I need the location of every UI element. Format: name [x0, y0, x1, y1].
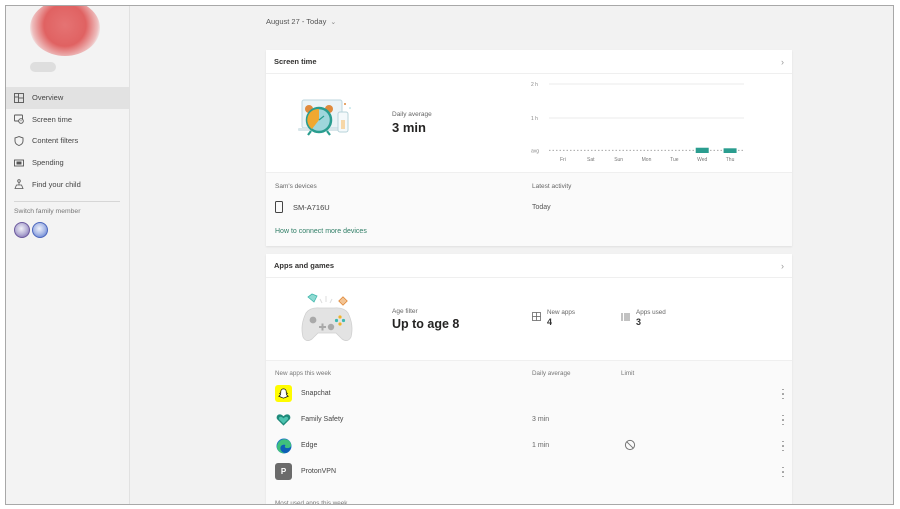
y-tick-label: avg — [531, 148, 539, 154]
app-row-snapchat[interactable]: Snapchat — [266, 381, 792, 407]
switch-family-member-label: Switch family member — [14, 208, 81, 215]
wallet-icon — [14, 158, 24, 168]
device-activity: Today — [532, 204, 551, 211]
app-name: ProtonVPN — [301, 468, 337, 475]
app-daily-average: 3 min — [532, 416, 550, 423]
screen-time-icon — [14, 114, 24, 125]
edge-icon — [275, 437, 292, 454]
device-row[interactable]: SM-A716U — [275, 201, 330, 213]
column-header-limit: Limit — [621, 370, 635, 377]
chevron-right-icon[interactable]: › — [781, 261, 784, 271]
age-filter-metric: Age filter Up to age 8 — [392, 308, 459, 331]
metric-value: 3 min — [392, 120, 426, 135]
sidebar-item-screen-time[interactable]: Screen time — [6, 109, 129, 131]
snapchat-icon — [275, 385, 292, 402]
chevron-right-icon[interactable]: › — [781, 57, 784, 67]
sidebar-item-label: Find your child — [32, 179, 81, 189]
app-name: Edge — [301, 442, 318, 449]
chart-bar — [723, 148, 737, 153]
y-tick-label: 2 h — [531, 82, 538, 88]
app-name: Family Safety — [301, 416, 344, 423]
devices-header: Sam's devices — [275, 183, 317, 190]
sidebar-divider — [14, 201, 120, 202]
profile-name-redacted — [30, 62, 56, 72]
x-tick-label: Mon — [642, 157, 652, 163]
app-daily-average: 1 min — [532, 442, 550, 449]
more-options-icon[interactable] — [780, 465, 786, 479]
sidebar-item-content-filters[interactable]: Content filters — [6, 130, 129, 152]
screen-time-card: Screen time › Daily average 3 min 2 h 1 … — [266, 50, 792, 246]
family-member-avatar[interactable] — [32, 222, 48, 238]
latest-activity-header: Latest activity — [532, 183, 572, 190]
apps-games-header[interactable]: Apps and games › — [266, 254, 792, 278]
new-apps-icon — [532, 312, 542, 322]
family-safety-icon — [275, 411, 292, 428]
sidebar-item-label: Spending — [32, 158, 64, 168]
new-apps-stat: New apps 4 — [532, 309, 575, 327]
new-apps-value: 4 — [547, 317, 553, 327]
x-tick-label: Thu — [726, 157, 735, 163]
x-tick-label: Sun — [614, 157, 623, 163]
sidebar-item-overview[interactable]: Overview — [6, 87, 129, 109]
apps-games-card: Apps and games › Age filter Up to age 8 … — [266, 254, 792, 505]
apps-used-label: Apps used — [636, 309, 666, 316]
chart-bar — [695, 147, 709, 153]
app-window: Overview Screen time Content filters Spe… — [5, 5, 894, 505]
x-tick-label: Wed — [697, 157, 707, 163]
sidebar-item-spending[interactable]: Spending — [6, 152, 129, 174]
daily-average-metric: Daily average 3 min — [392, 111, 432, 135]
app-row-edge[interactable]: Edge 1 min — [266, 433, 792, 459]
sidebar-item-label: Screen time — [32, 114, 73, 124]
screen-time-header[interactable]: Screen time › — [266, 50, 792, 74]
family-member-avatar[interactable] — [14, 222, 30, 238]
more-options-icon[interactable] — [780, 387, 786, 401]
phone-icon — [275, 201, 283, 213]
screen-time-chart: 2 h 1 h avg Fri Sat Sun Mon Tue Wed Thu — [531, 82, 744, 163]
sidebar-nav: Overview Screen time Content filters Spe… — [6, 87, 129, 195]
more-options-icon[interactable] — [780, 413, 786, 427]
x-tick-label: Tue — [670, 157, 679, 163]
app-name: Snapchat — [301, 390, 331, 397]
metric-value: Up to age 8 — [392, 317, 460, 331]
device-name: SM-A716U — [293, 202, 330, 212]
new-apps-list: New apps this week Daily average Limit S… — [266, 360, 792, 505]
more-options-icon[interactable] — [780, 439, 786, 453]
apps-summary: Age filter Up to age 8 New apps 4 Apps u… — [266, 278, 792, 360]
metric-label: Daily average — [392, 111, 432, 118]
new-apps-label: New apps — [547, 309, 576, 316]
blocked-icon[interactable] — [624, 439, 636, 451]
y-tick-label: 1 h — [531, 116, 538, 122]
sidebar: Overview Screen time Content filters Spe… — [6, 6, 130, 504]
profile-avatar — [30, 6, 100, 56]
list-icon — [621, 312, 631, 322]
connect-devices-link[interactable]: How to connect more devices — [275, 228, 367, 235]
column-header-daily-average: Daily average — [532, 370, 571, 377]
card-title: Screen time — [274, 57, 317, 66]
shield-icon — [14, 136, 24, 146]
map-pin-person-icon — [14, 179, 24, 190]
column-header-new-apps: New apps this week — [275, 370, 331, 377]
sidebar-item-label: Content filters — [32, 136, 79, 146]
overview-icon — [14, 92, 24, 103]
apps-used-stat: Apps used 3 — [621, 309, 666, 327]
game-controller-illustration — [301, 293, 353, 341]
main-content: August 27 - Today ⌄ Screen time › Daily … — [131, 6, 893, 504]
metric-label: Age filter — [392, 308, 418, 315]
card-title: Apps and games — [274, 261, 335, 270]
x-tick-label: Fri — [560, 157, 566, 163]
date-range-picker[interactable]: August 27 - Today ⌄ — [266, 17, 336, 26]
alarm-clock-illustration — [298, 99, 351, 136]
chevron-down-icon: ⌄ — [330, 18, 337, 26]
screen-time-summary: Daily average 3 min 2 h 1 h avg Fri Sat Sun Mo… — [266, 74, 792, 172]
devices-section: Sam's devices Latest activity SM-A716U T… — [266, 172, 792, 246]
date-range-label: August 27 - Today — [266, 17, 327, 26]
app-row-protonvpn[interactable]: P ProtonVPN — [266, 459, 792, 485]
apps-used-value: 3 — [636, 317, 642, 327]
most-used-apps-label: Most used apps this week — [275, 500, 348, 505]
app-row-family-safety[interactable]: Family Safety 3 min — [266, 407, 792, 433]
x-tick-label: Sat — [587, 157, 595, 163]
sidebar-item-label: Overview — [32, 93, 64, 103]
sidebar-item-find-your-child[interactable]: Find your child — [6, 173, 129, 195]
protonvpn-icon: P — [275, 463, 292, 480]
